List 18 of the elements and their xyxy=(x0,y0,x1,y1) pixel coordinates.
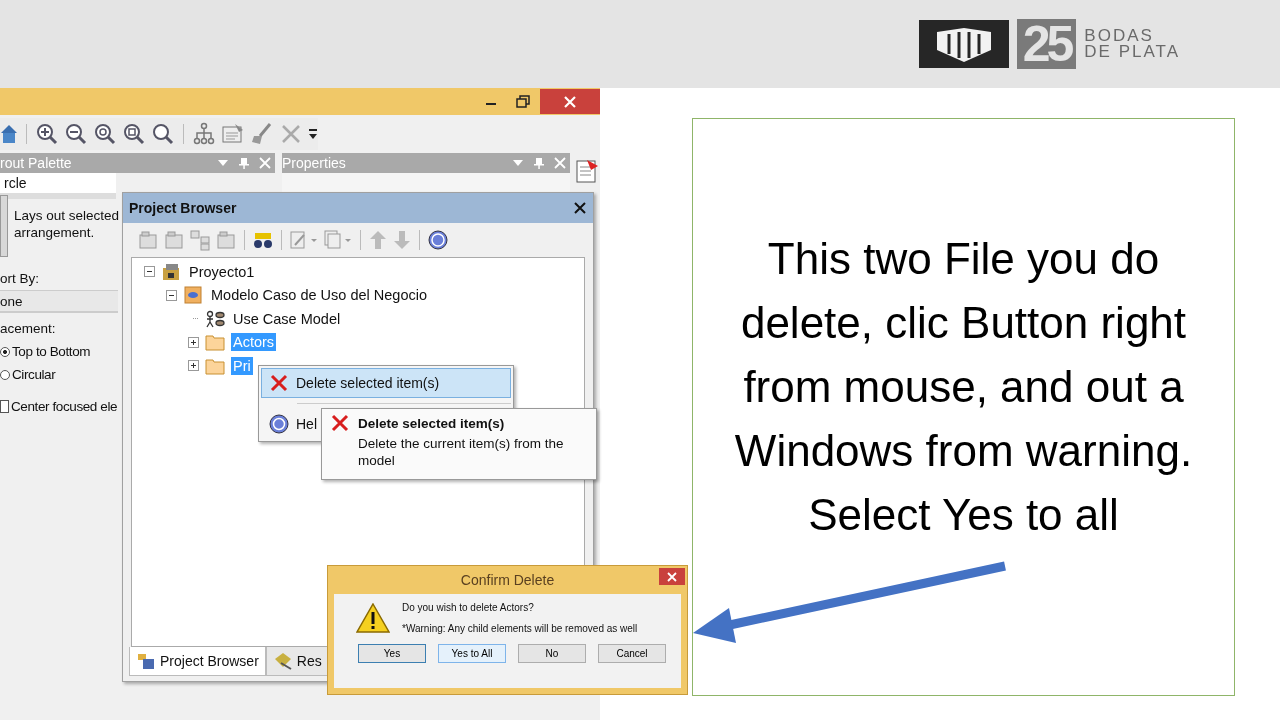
panel-title: Properties xyxy=(282,155,346,171)
dialog-message: Do you wish to delete Actors? xyxy=(402,602,535,613)
sort-label: ort By: xyxy=(0,270,39,288)
instruction-text: This two File you do delete, clic Button right from mouse, and out a Windows from warning. Select Yes to all xyxy=(733,233,1194,541)
tab-label: Res xyxy=(296,653,322,669)
panel-title: rout Palette xyxy=(0,155,72,171)
dialog-title: Confirm Delete xyxy=(460,572,555,588)
logo-text: BODAS xyxy=(1084,28,1155,44)
window-title: Project Browser xyxy=(129,200,237,216)
tab-label: Project Browser xyxy=(160,653,259,669)
description-text: Lays out selected arrangement. xyxy=(14,207,121,242)
logo-number: 25 xyxy=(1016,19,1077,69)
tooltip-text: Delete the current item(s) from the model xyxy=(357,435,565,469)
logo-text: DE PLATA xyxy=(1084,44,1180,60)
warning-text: *Warning: Any child elements will be removed as well xyxy=(402,623,638,634)
tooltip-title: Delete selected item(s) xyxy=(358,415,505,431)
placement-label: acement: xyxy=(0,320,56,338)
selector-text: rcle xyxy=(4,175,27,191)
